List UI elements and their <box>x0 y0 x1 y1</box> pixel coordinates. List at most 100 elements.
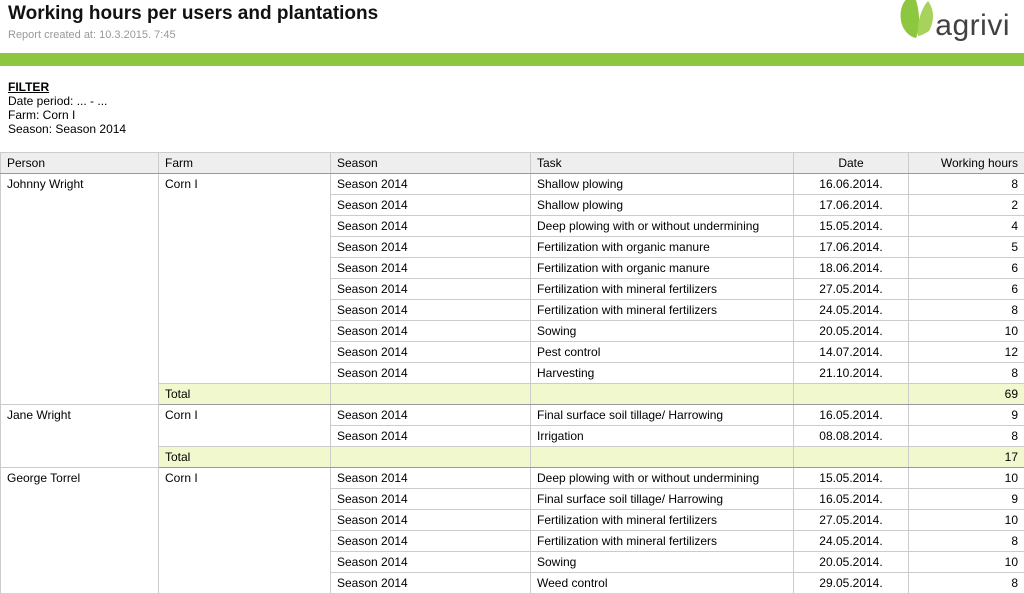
date-cell: 08.08.2014. <box>794 426 909 447</box>
total-season-cell <box>331 384 531 405</box>
date-cell: 16.06.2014. <box>794 174 909 195</box>
season-cell: Season 2014 <box>331 573 531 593</box>
task-cell: Final surface soil tillage/ Harrowing <box>531 489 794 510</box>
brand-divider-bar <box>0 53 1024 66</box>
season-cell: Season 2014 <box>331 510 531 531</box>
season-cell: Season 2014 <box>331 552 531 573</box>
season-cell: Season 2014 <box>331 426 531 447</box>
date-cell: 24.05.2014. <box>794 531 909 552</box>
season-cell: Season 2014 <box>331 216 531 237</box>
date-cell: 16.05.2014. <box>794 405 909 426</box>
hours-cell: 6 <box>909 279 1024 300</box>
total-task-cell <box>531 447 794 468</box>
column-header-working-hours: Working hours <box>909 153 1024 174</box>
season-cell: Season 2014 <box>331 279 531 300</box>
filter-heading: FILTER <box>8 81 1016 94</box>
hours-cell: 5 <box>909 237 1024 258</box>
hours-cell: 8 <box>909 174 1024 195</box>
task-cell: Pest control <box>531 342 794 363</box>
date-cell: 16.05.2014. <box>794 489 909 510</box>
hours-cell: 4 <box>909 216 1024 237</box>
person-cell: George Torrel <box>1 468 159 593</box>
report-table-body: Johnny WrightCorn ISeason 2014Shallow pl… <box>1 174 1024 593</box>
task-cell: Sowing <box>531 552 794 573</box>
table-header-row: Person Farm Season Task Date Working hou… <box>1 153 1024 174</box>
task-cell: Harvesting <box>531 363 794 384</box>
date-cell: 15.05.2014. <box>794 216 909 237</box>
season-cell: Season 2014 <box>331 300 531 321</box>
total-label-cell: Total <box>159 447 331 468</box>
task-cell: Fertilization with organic manure <box>531 258 794 279</box>
logo-wordmark: agrivi <box>935 11 1010 41</box>
hours-cell: 2 <box>909 195 1024 216</box>
date-cell: 29.05.2014. <box>794 573 909 593</box>
filter-season: Season: Season 2014 <box>8 123 1016 136</box>
date-cell: 17.06.2014. <box>794 195 909 216</box>
season-cell: Season 2014 <box>331 405 531 426</box>
task-cell: Irrigation <box>531 426 794 447</box>
total-hours-cell: 17 <box>909 447 1024 468</box>
total-task-cell <box>531 384 794 405</box>
column-header-farm: Farm <box>159 153 331 174</box>
filter-farm: Farm: Corn I <box>8 109 1016 122</box>
hours-cell: 12 <box>909 342 1024 363</box>
filter-date-period: Date period: ... - ... <box>8 95 1016 108</box>
person-cell: Jane Wright <box>1 405 159 468</box>
working-hours-table: Person Farm Season Task Date Working hou… <box>0 152 1024 593</box>
date-cell: 27.05.2014. <box>794 510 909 531</box>
report-header: Working hours per users and plantations … <box>0 0 1024 41</box>
date-cell: 27.05.2014. <box>794 279 909 300</box>
date-cell: 20.05.2014. <box>794 321 909 342</box>
date-cell: 20.05.2014. <box>794 552 909 573</box>
season-cell: Season 2014 <box>331 321 531 342</box>
season-cell: Season 2014 <box>331 237 531 258</box>
column-header-season: Season <box>331 153 531 174</box>
season-cell: Season 2014 <box>331 363 531 384</box>
hours-cell: 10 <box>909 321 1024 342</box>
task-cell: Fertilization with mineral fertilizers <box>531 279 794 300</box>
leaf-icon <box>897 0 937 44</box>
hours-cell: 8 <box>909 573 1024 593</box>
hours-cell: 9 <box>909 489 1024 510</box>
column-header-task: Task <box>531 153 794 174</box>
hours-cell: 10 <box>909 510 1024 531</box>
total-label-cell: Total <box>159 384 331 405</box>
task-cell: Shallow plowing <box>531 195 794 216</box>
date-cell: 24.05.2014. <box>794 300 909 321</box>
season-cell: Season 2014 <box>331 489 531 510</box>
hours-cell: 6 <box>909 258 1024 279</box>
person-cell: Johnny Wright <box>1 174 159 405</box>
hours-cell: 8 <box>909 300 1024 321</box>
season-cell: Season 2014 <box>331 342 531 363</box>
farm-cell: Corn I <box>159 468 331 593</box>
report-created-at: Report created at: 10.3.2015. 7:45 <box>8 29 1016 41</box>
task-cell: Shallow plowing <box>531 174 794 195</box>
task-cell: Weed control <box>531 573 794 593</box>
total-date-cell <box>794 447 909 468</box>
season-cell: Season 2014 <box>331 258 531 279</box>
farm-cell: Corn I <box>159 405 331 447</box>
hours-cell: 8 <box>909 363 1024 384</box>
total-date-cell <box>794 384 909 405</box>
season-cell: Season 2014 <box>331 531 531 552</box>
task-cell: Fertilization with mineral fertilizers <box>531 531 794 552</box>
task-cell: Fertilization with organic manure <box>531 237 794 258</box>
total-hours-cell: 69 <box>909 384 1024 405</box>
date-cell: 17.06.2014. <box>794 237 909 258</box>
hours-cell: 9 <box>909 405 1024 426</box>
task-cell: Fertilization with mineral fertilizers <box>531 510 794 531</box>
hours-cell: 8 <box>909 426 1024 447</box>
task-cell: Deep plowing with or without undermining <box>531 216 794 237</box>
column-header-person: Person <box>1 153 159 174</box>
table-row: George TorrelCorn ISeason 2014Deep plowi… <box>1 468 1024 489</box>
filter-section: FILTER Date period: ... - ... Farm: Corn… <box>0 66 1024 136</box>
season-cell: Season 2014 <box>331 468 531 489</box>
season-cell: Season 2014 <box>331 195 531 216</box>
task-cell: Deep plowing with or without undermining <box>531 468 794 489</box>
table-row: Johnny WrightCorn ISeason 2014Shallow pl… <box>1 174 1024 195</box>
season-cell: Season 2014 <box>331 174 531 195</box>
date-cell: 21.10.2014. <box>794 363 909 384</box>
date-cell: 14.07.2014. <box>794 342 909 363</box>
task-cell: Final surface soil tillage/ Harrowing <box>531 405 794 426</box>
task-cell: Fertilization with mineral fertilizers <box>531 300 794 321</box>
